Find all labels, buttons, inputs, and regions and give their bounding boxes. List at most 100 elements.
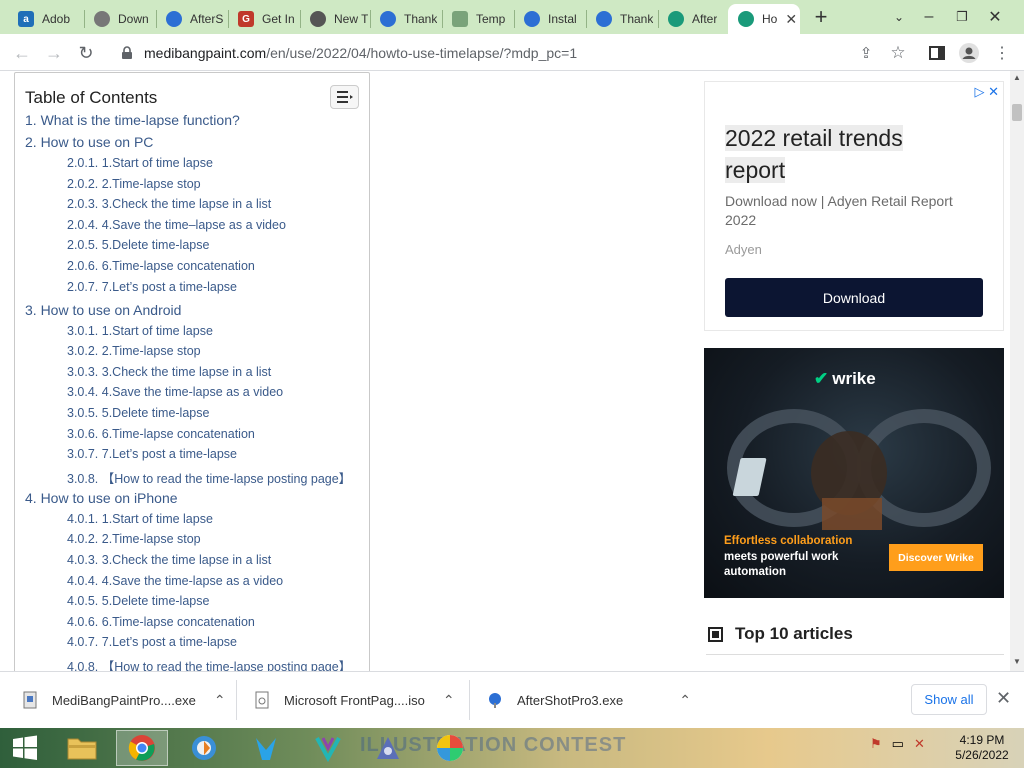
- ad-download-button[interactable]: Download: [725, 278, 983, 317]
- close-window-icon[interactable]: ✕: [980, 4, 1010, 30]
- download-item[interactable]: AfterShotPro3.exe ⌃: [487, 681, 691, 719]
- paint-app-icon[interactable]: [178, 730, 230, 766]
- profile-avatar-icon[interactable]: [955, 39, 983, 67]
- toc-subsection-link[interactable]: 4.0.4. 4.Save the time-lapse as a video: [67, 574, 283, 588]
- tab-label: After: [692, 12, 718, 26]
- download-item[interactable]: Microsoft FrontPag....iso ⌃: [254, 681, 455, 719]
- browser-tab[interactable]: Down: [84, 4, 156, 34]
- close-shelf-icon[interactable]: ✕: [996, 688, 1011, 709]
- toc-subsection-link[interactable]: 4.0.8. 【How to read the time-lapse posti…: [67, 656, 351, 671]
- toc-subsection-link[interactable]: 3.0.2. 2.Time-lapse stop: [67, 344, 201, 358]
- toc-section-link[interactable]: 4. How to use on iPhone: [25, 490, 178, 506]
- toc-subsection-link[interactable]: 3.0.1. 1.Start of time lapse: [67, 324, 213, 338]
- template-icon: [452, 11, 468, 27]
- system-clock[interactable]: 4:19 PM 5/26/2022: [944, 733, 1020, 763]
- back-arrow-icon[interactable]: ←: [8, 39, 36, 67]
- toc-subsection-link[interactable]: 4.0.2. 2.Time-lapse stop: [67, 532, 201, 546]
- toc-subsection-link[interactable]: 4.0.7. 7.Let’s post a time-lapse: [67, 635, 237, 649]
- toc-subsection-link[interactable]: 4.0.1. 1.Start of time lapse: [67, 512, 213, 526]
- square-bullet-icon: [708, 626, 723, 642]
- toc-section-link[interactable]: 2. How to use on PC: [25, 134, 153, 150]
- toc-subsection-link[interactable]: 2.0.7. 7.Let’s post a time-lapse: [67, 280, 237, 294]
- browser-tab[interactable]: a Adob: [8, 4, 84, 34]
- toc-subsection-link[interactable]: 2.0.3. 3.Check the time lapse in a list: [67, 197, 271, 211]
- aftershot-icon: [380, 11, 396, 27]
- chevron-up-icon[interactable]: ⌃: [679, 692, 691, 709]
- toc-toggle-button[interactable]: [330, 85, 359, 109]
- tab-label: Get In: [262, 12, 295, 26]
- medibang-icon[interactable]: [424, 730, 476, 766]
- ad-advertiser: Adyen: [725, 242, 762, 257]
- toc-subsection-link[interactable]: 3.0.5. 5.Delete time-lapse: [67, 406, 209, 420]
- scroll-thumb[interactable]: [1012, 104, 1022, 121]
- network-icon[interactable]: ▭: [892, 736, 904, 752]
- browser-tab[interactable]: After: [658, 4, 728, 34]
- browser-tab[interactable]: Thank: [586, 4, 658, 34]
- tab-search-icon[interactable]: ⌄: [884, 4, 914, 30]
- g-icon: G: [238, 11, 254, 27]
- download-item[interactable]: MediBangPaintPro....exe ⌃: [22, 681, 226, 719]
- new-tab-button[interactable]: +: [806, 4, 836, 30]
- chevron-up-icon[interactable]: ⌃: [443, 692, 455, 709]
- browser-tab[interactable]: Temp: [442, 4, 514, 34]
- volume-muted-icon[interactable]: ✕: [914, 736, 925, 752]
- browser-tab[interactable]: G Get In: [228, 4, 300, 34]
- tab-label: Adob: [42, 12, 71, 26]
- toc-subsection-link[interactable]: 2.0.5. 5.Delete time-lapse: [67, 238, 209, 252]
- ad-choices-close-icon[interactable]: ▷ ✕: [974, 84, 999, 100]
- bird-app-icon[interactable]: [240, 730, 292, 766]
- toc-section-link[interactable]: 1. What is the time-lapse function?: [25, 112, 240, 128]
- close-tab-icon[interactable]: ✕: [785, 11, 797, 28]
- address-bar[interactable]: medibangpaint.com/en/use/2022/04/howto-u…: [108, 38, 918, 67]
- chevron-up-icon[interactable]: ⌃: [214, 692, 226, 709]
- restore-icon[interactable]: ❐: [947, 4, 977, 30]
- action-center-flag-icon[interactable]: ⚑: [870, 736, 882, 752]
- bookmark-star-icon[interactable]: ☆: [884, 39, 912, 67]
- reload-icon[interactable]: ↻: [72, 39, 100, 67]
- aftershot-icon: [524, 11, 540, 27]
- forward-arrow-icon[interactable]: →: [40, 39, 68, 67]
- toc-subsection-link[interactable]: 3.0.8. 【How to read the time-lapse posti…: [67, 468, 351, 487]
- toc-subsection-link[interactable]: 2.0.2. 2.Time-lapse stop: [67, 177, 201, 191]
- browser-tab[interactable]: Thank: [370, 4, 442, 34]
- vector-app-icon[interactable]: [302, 730, 354, 766]
- tab-label: Thank: [620, 12, 654, 26]
- toc-subsection-link[interactable]: 3.0.7. 7.Let’s post a time-lapse: [67, 447, 237, 461]
- scroll-down-arrow-icon[interactable]: ▼: [1013, 657, 1021, 666]
- side-panel-icon[interactable]: [923, 39, 951, 67]
- share-icon[interactable]: ⇪: [852, 39, 880, 67]
- tab-label: AfterS: [190, 12, 224, 26]
- page-scrollbar[interactable]: ▲ ▼: [1010, 71, 1024, 671]
- download-filename: AfterShotPro3.exe: [517, 692, 624, 708]
- scroll-up-arrow-icon[interactable]: ▲: [1013, 73, 1021, 82]
- show-all-downloads-button[interactable]: Show all: [911, 684, 987, 715]
- chrome-icon: [310, 11, 326, 27]
- chrome-icon[interactable]: [116, 730, 168, 766]
- active-browser-tab[interactable]: Ho ✕: [728, 4, 800, 34]
- file-explorer-icon[interactable]: [56, 730, 108, 766]
- ad-headline[interactable]: 2022 retail trends report: [725, 122, 975, 186]
- adyen-ad[interactable]: ▷ ✕ 2022 retail trends report Download n…: [704, 81, 1004, 331]
- toc-subsection-link[interactable]: 2.0.1. 1.Start of time lapse: [67, 156, 213, 170]
- windows-start-icon[interactable]: [6, 732, 44, 764]
- browser-tab[interactable]: New T: [300, 4, 370, 34]
- wrike-ad[interactable]: ✔ wrike Effortless collaboration meets po…: [704, 348, 1004, 598]
- toc-subsection-link[interactable]: 2.0.4. 4.Save the time–lapse as a video: [67, 218, 286, 232]
- disc-image-icon: [255, 691, 269, 709]
- toc-subsection-link[interactable]: 3.0.6. 6.Time-lapse concatenation: [67, 427, 255, 441]
- toc-subsection-link[interactable]: 2.0.6. 6.Time-lapse concatenation: [67, 259, 255, 273]
- toc-section-link[interactable]: 3. How to use on Android: [25, 302, 181, 318]
- browser-tab[interactable]: Instal: [514, 4, 586, 34]
- toc-subsection-link[interactable]: 4.0.5. 5.Delete time-lapse: [67, 594, 209, 608]
- drawing-app-icon[interactable]: [362, 730, 414, 766]
- toc-subsection-link[interactable]: 3.0.3. 3.Check the time lapse in a list: [67, 365, 271, 379]
- page-content: Table of Contents 1. What is the time-la…: [0, 71, 1010, 671]
- minimize-icon[interactable]: –: [914, 4, 944, 30]
- table-of-contents: Table of Contents 1. What is the time-la…: [14, 72, 370, 671]
- browser-tab[interactable]: AfterS: [156, 4, 228, 34]
- discover-wrike-button[interactable]: Discover Wrike: [889, 544, 983, 571]
- toc-subsection-link[interactable]: 4.0.6. 6.Time-lapse concatenation: [67, 615, 255, 629]
- toc-subsection-link[interactable]: 4.0.3. 3.Check the time lapse in a list: [67, 553, 271, 567]
- menu-kebab-icon[interactable]: ⋮: [988, 39, 1016, 67]
- toc-subsection-link[interactable]: 3.0.4. 4.Save the time-lapse as a video: [67, 385, 283, 399]
